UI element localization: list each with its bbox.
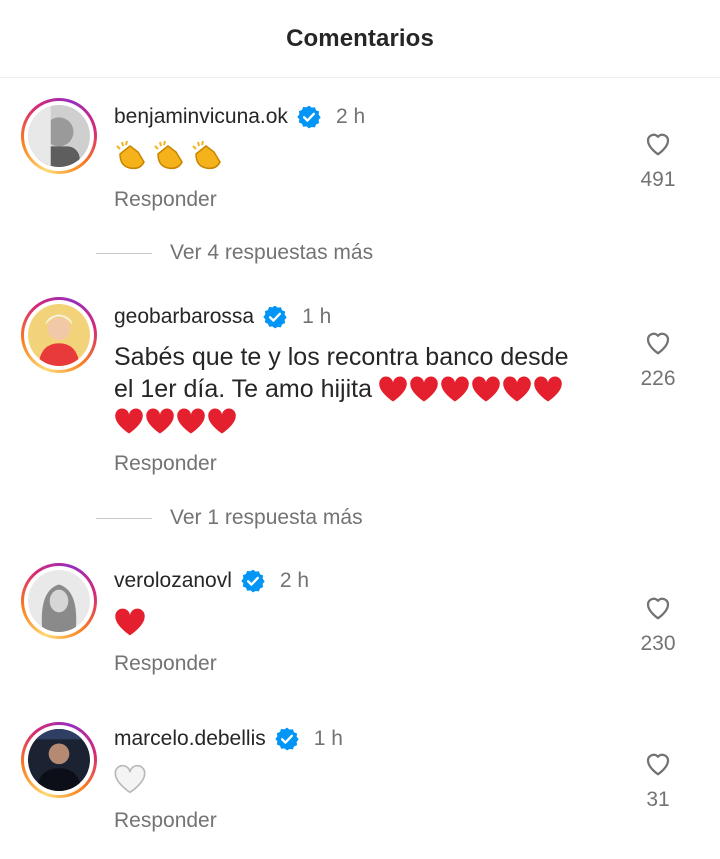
verified-badge-icon xyxy=(262,304,288,330)
reply-button[interactable]: Responder xyxy=(114,452,217,476)
reply-button[interactable]: Responder xyxy=(114,652,217,676)
comment-emoji xyxy=(114,140,226,172)
view-more-replies[interactable]: Ver 1 respuesta más xyxy=(96,506,363,530)
verified-badge-icon xyxy=(240,568,266,594)
avatar[interactable] xyxy=(21,297,97,373)
page-title: Comentarios xyxy=(286,24,434,52)
comment-emoji xyxy=(114,607,146,637)
username[interactable]: geobarbarossa xyxy=(114,305,254,329)
comment-meta: marcelo.debellis 1 h xyxy=(114,724,343,754)
red-heart-icon xyxy=(115,608,145,636)
comment-text-line: Sabés que te y los recontra banco desde xyxy=(114,343,569,371)
reply-button[interactable]: Responder xyxy=(114,809,217,833)
clapping-hands-icon xyxy=(192,140,221,170)
view-replies-label[interactable]: Ver 1 respuesta más xyxy=(170,506,363,530)
username[interactable]: verolozanovl xyxy=(114,569,232,593)
heart-emoji-group xyxy=(378,375,563,403)
divider xyxy=(96,517,152,519)
like-count: 31 xyxy=(646,788,670,811)
view-more-replies[interactable]: Ver 4 respuestas más xyxy=(96,241,373,265)
clapping-hands-icon xyxy=(154,140,183,170)
divider xyxy=(96,252,152,254)
reply-button[interactable]: Responder xyxy=(114,188,217,212)
timestamp: 1 h xyxy=(302,305,332,328)
like-count: 491 xyxy=(640,168,676,191)
clapping-hands-icon xyxy=(116,140,145,170)
username[interactable]: benjaminvicuna.ok xyxy=(114,105,288,129)
comment-meta: geobarbarossa 1 h xyxy=(114,302,331,332)
timestamp: 1 h xyxy=(313,727,343,750)
like-count: 230 xyxy=(640,632,676,655)
avatar[interactable] xyxy=(21,563,97,639)
verified-badge-icon xyxy=(274,726,300,752)
white-heart-icon xyxy=(114,764,146,794)
red-heart-icon xyxy=(379,376,407,402)
red-heart-icon xyxy=(177,408,205,434)
avatar[interactable] xyxy=(21,98,97,174)
red-heart-icon xyxy=(441,376,469,402)
comment-text: Sabés que te y los recontra banco desde … xyxy=(114,341,614,435)
username[interactable]: marcelo.debellis xyxy=(114,727,266,751)
timestamp: 2 h xyxy=(335,105,366,128)
red-heart-icon xyxy=(146,408,174,434)
red-heart-icon xyxy=(410,376,438,402)
heart-outline-icon[interactable] xyxy=(643,748,673,778)
like-control: 31 xyxy=(618,748,698,812)
comment-meta: benjaminvicuna.ok 2 h xyxy=(114,102,365,132)
red-heart-icon xyxy=(115,408,143,434)
red-heart-icon xyxy=(472,376,500,402)
heart-outline-icon[interactable] xyxy=(643,327,673,357)
comment-meta: verolozanovl 2 h xyxy=(114,566,309,596)
like-count: 226 xyxy=(640,367,676,390)
avatar[interactable] xyxy=(21,722,97,798)
like-control: 230 xyxy=(618,592,698,656)
heart-emoji-group xyxy=(114,407,614,435)
comments-header: Comentarios xyxy=(0,0,720,78)
red-heart-icon xyxy=(534,376,562,402)
comment-emoji xyxy=(114,764,146,794)
heart-outline-icon[interactable] xyxy=(643,592,673,622)
comment-text-line: el 1er día. Te amo hijita xyxy=(114,375,373,403)
view-replies-label[interactable]: Ver 4 respuestas más xyxy=(170,241,373,265)
red-heart-icon xyxy=(208,408,236,434)
red-heart-icon xyxy=(503,376,531,402)
comments-sheet: Comentarios benjaminvicuna.ok 2 h Respon… xyxy=(0,0,720,859)
like-control: 226 xyxy=(618,327,698,391)
like-control: 491 xyxy=(618,128,698,192)
verified-badge-icon xyxy=(296,104,322,130)
heart-outline-icon[interactable] xyxy=(643,128,673,158)
timestamp: 2 h xyxy=(279,569,310,592)
